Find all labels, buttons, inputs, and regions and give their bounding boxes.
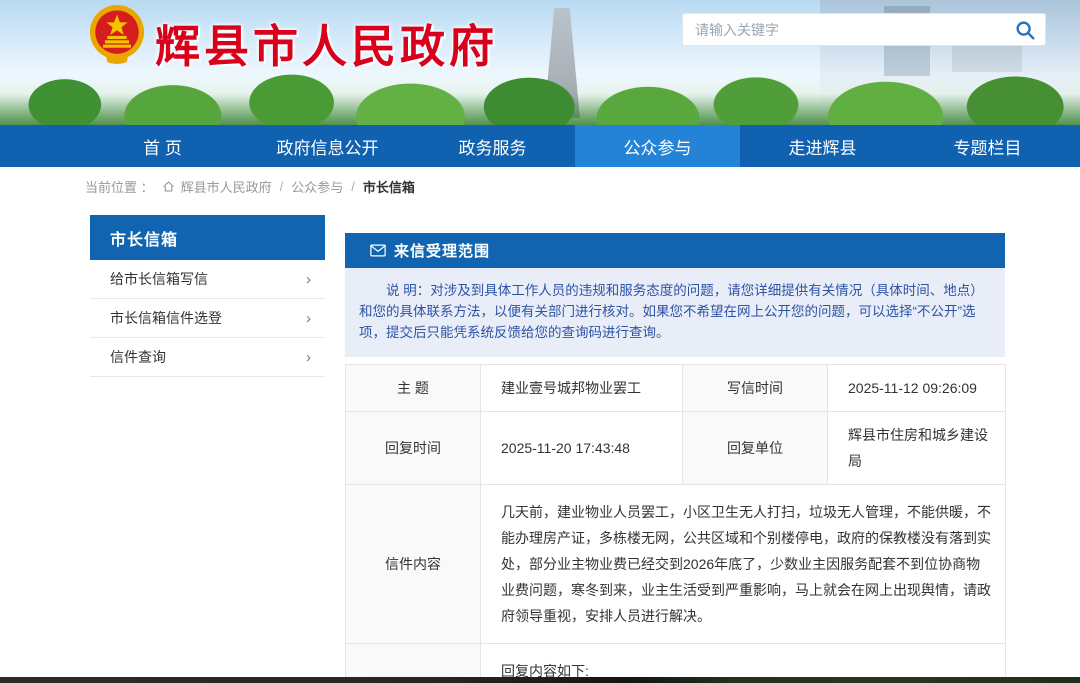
main-panel: 来信受理范围 说 明：对涉及到具体工作人员的违规和服务态度的问题，请您详细提供有… (345, 233, 1005, 683)
sidebar-item-letter-query[interactable]: 信件查询 › (90, 338, 325, 377)
nav-item-services[interactable]: 政务服务 (410, 125, 575, 167)
breadcrumb-prefix: 当前位置 ： (85, 177, 154, 196)
search-button[interactable] (1005, 14, 1045, 45)
site-banner: 辉县市人民政府 (0, 0, 1080, 125)
reply-unit-label: 回复单位 (683, 412, 828, 485)
sidebar: 市长信箱 给市长信箱写信 › 市长信箱信件选登 › 信件查询 › (90, 215, 325, 377)
breadcrumb: 当前位置 ： 辉县市人民政府 / 公众参与 / 市长信箱 (0, 167, 1080, 205)
subject-value: 建业壹号城邦物业罢工 (481, 365, 683, 412)
breadcrumb-current: 市长信箱 (363, 177, 415, 196)
sidebar-item-label: 给市长信箱写信 (110, 269, 208, 289)
notice-text: 说 明：对涉及到具体工作人员的违规和服务态度的问题，请您详细提供有关情况（具体时… (345, 268, 1005, 357)
panel-header: 来信受理范围 (345, 233, 1005, 268)
breadcrumb-section-link[interactable]: 公众参与 (291, 177, 343, 196)
nav-item-special-topics[interactable]: 专题栏目 (905, 125, 1070, 167)
reply-time-value: 2025-11-20 17:43:48 (481, 412, 683, 485)
search-box (682, 13, 1046, 46)
sidebar-item-label: 市长信箱信件选登 (110, 308, 222, 328)
table-row: 回复时间 2025-11-20 17:43:48 回复单位 辉县市住房和城乡建设… (346, 412, 1006, 485)
search-input[interactable] (683, 22, 1005, 38)
letter-content-value: 几天前，建业物业人员罢工，小区卫生无人打扫，垃圾无人管理，不能供暖，不能办理房产… (481, 485, 1006, 644)
national-emblem-icon (88, 4, 146, 64)
breadcrumb-separator: / (280, 179, 284, 194)
table-row: 主 题 建业壹号城邦物业罢工 写信时间 2025-11-12 09:26:09 (346, 365, 1006, 412)
letter-content-label: 信件内容 (346, 485, 481, 644)
sidebar-item-selected-letters[interactable]: 市长信箱信件选登 › (90, 299, 325, 338)
sidebar-item-label: 信件查询 (110, 347, 166, 367)
chevron-right-icon: › (306, 310, 311, 327)
breadcrumb-separator: / (351, 179, 355, 194)
write-time-label: 写信时间 (683, 365, 828, 412)
nav-item-gov-info[interactable]: 政府信息公开 (245, 125, 410, 167)
page-bottom-strip (0, 677, 1080, 683)
sidebar-item-write-letter[interactable]: 给市长信箱写信 › (90, 260, 325, 299)
sidebar-title: 市长信箱 (90, 215, 325, 260)
envelope-icon (370, 244, 386, 257)
chevron-right-icon: › (306, 349, 311, 366)
main-nav: 首 页 政府信息公开 政务服务 公众参与 走进辉县 专题栏目 (0, 125, 1080, 167)
letter-table: 主 题 建业壹号城邦物业罢工 写信时间 2025-11-12 09:26:09 … (345, 364, 1006, 683)
panel-title: 来信受理范围 (394, 240, 490, 261)
subject-label: 主 题 (346, 365, 481, 412)
nav-item-about-huixian[interactable]: 走进辉县 (740, 125, 905, 167)
site-title: 辉县市人民政府 (155, 10, 498, 75)
search-icon (1014, 19, 1036, 41)
write-time-value: 2025-11-12 09:26:09 (828, 365, 1006, 412)
chevron-right-icon: › (306, 271, 311, 288)
reply-unit-value: 辉县市住房和城乡建设局 (828, 412, 1006, 485)
reply-time-label: 回复时间 (346, 412, 481, 485)
table-row: 信件内容 几天前，建业物业人员罢工，小区卫生无人打扫，垃圾无人管理，不能供暖，不… (346, 485, 1006, 644)
home-icon (162, 180, 175, 193)
content-area: 市长信箱 给市长信箱写信 › 市长信箱信件选登 › 信件查询 › 来信受理范围 … (0, 205, 1080, 683)
nav-item-home[interactable]: 首 页 (80, 125, 245, 167)
nav-item-public-participation[interactable]: 公众参与 (575, 125, 740, 167)
breadcrumb-home-link[interactable]: 辉县市人民政府 (181, 177, 272, 196)
